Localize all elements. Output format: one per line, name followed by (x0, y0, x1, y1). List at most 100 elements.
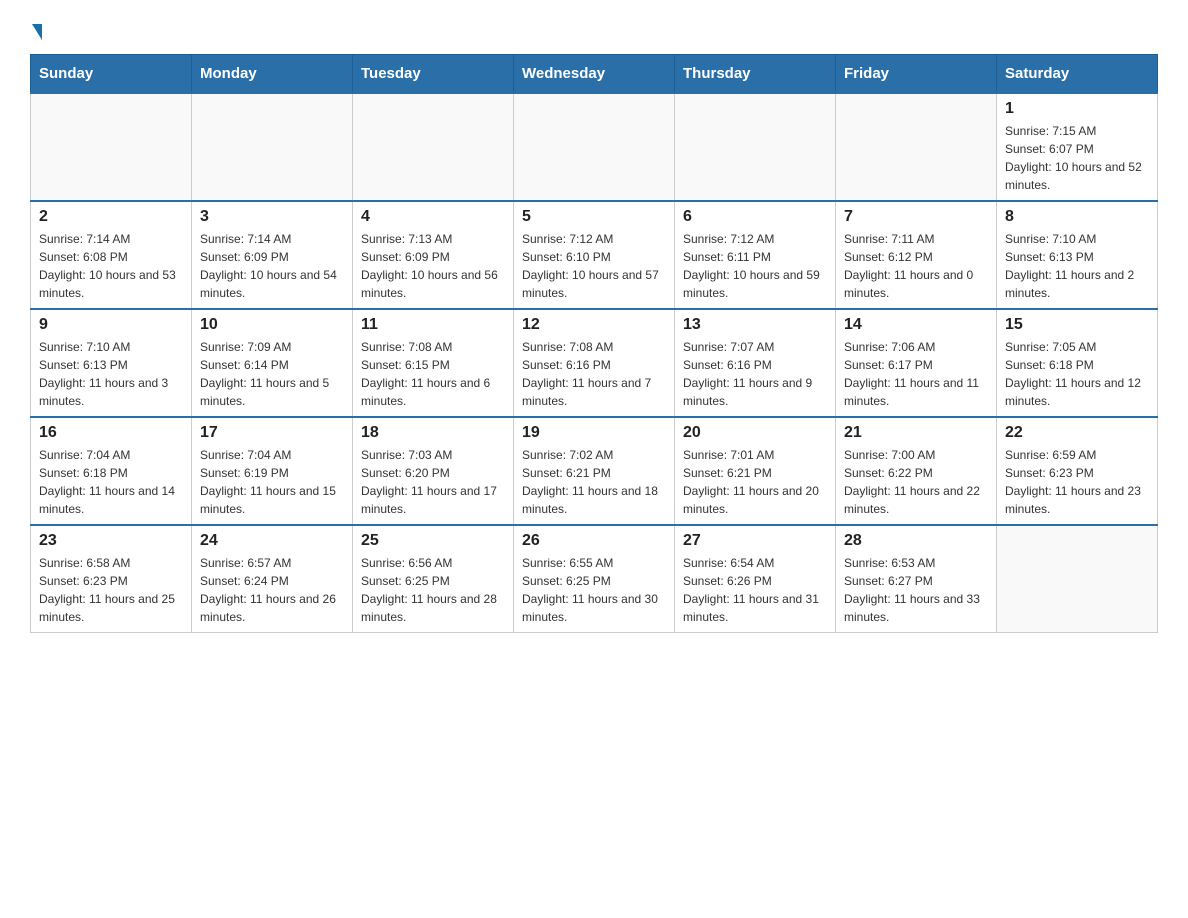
day-info: Sunrise: 7:11 AMSunset: 6:12 PMDaylight:… (844, 230, 988, 302)
day-info: Sunrise: 7:15 AMSunset: 6:07 PMDaylight:… (1005, 122, 1149, 194)
day-info: Sunrise: 7:10 AMSunset: 6:13 PMDaylight:… (1005, 230, 1149, 302)
calendar-cell (836, 93, 997, 201)
day-info: Sunrise: 7:04 AMSunset: 6:19 PMDaylight:… (200, 446, 344, 518)
day-header-monday: Monday (192, 55, 353, 94)
calendar-cell: 16Sunrise: 7:04 AMSunset: 6:18 PMDayligh… (31, 417, 192, 525)
calendar-cell: 28 Sunrise: 6:53 AMSunset: 6:27 PMDayligh… (836, 525, 997, 633)
calendar-header: SundayMondayTuesdayWednesdayThursdayFrid… (31, 55, 1158, 94)
calendar-cell: 6 Sunrise: 7:12 AMSunset: 6:11 PMDaylight… (675, 201, 836, 309)
calendar-cell: 11Sunrise: 7:08 AMSunset: 6:15 PMDayligh… (353, 309, 514, 417)
calendar-week-row: 9Sunrise: 7:10 AMSunset: 6:13 PMDaylight… (31, 309, 1158, 417)
day-info: Sunrise: 6:54 AMSunset: 6:26 PMDaylight:… (683, 554, 827, 626)
day-number: 25 (361, 532, 505, 550)
calendar-cell: 22 Sunrise: 6:59 AMSunset: 6:23 PMDayligh… (997, 417, 1158, 525)
day-number: 17 (200, 424, 344, 442)
day-info: Sunrise: 7:01 AMSunset: 6:21 PMDaylight:… (683, 446, 827, 518)
day-info: Sunrise: 6:56 AMSunset: 6:25 PMDaylight:… (361, 554, 505, 626)
day-info: Sunrise: 6:55 AMSunset: 6:25 PMDaylight:… (522, 554, 666, 626)
day-number: 24 (200, 532, 344, 550)
day-info: Sunrise: 6:57 AMSunset: 6:24 PMDaylight:… (200, 554, 344, 626)
calendar-cell: 13 Sunrise: 7:07 AMSunset: 6:16 PMDayligh… (675, 309, 836, 417)
day-header-saturday: Saturday (997, 55, 1158, 94)
calendar-cell: 2 Sunrise: 7:14 AMSunset: 6:08 PMDaylight… (31, 201, 192, 309)
calendar-cell: 15 Sunrise: 7:05 AMSunset: 6:18 PMDayligh… (997, 309, 1158, 417)
calendar-cell: 20 Sunrise: 7:01 AMSunset: 6:21 PMDayligh… (675, 417, 836, 525)
day-info: Sunrise: 7:00 AMSunset: 6:22 PMDaylight:… (844, 446, 988, 518)
day-number: 6 (683, 208, 827, 226)
day-info: Sunrise: 7:06 AMSunset: 6:17 PMDaylight:… (844, 338, 988, 410)
day-number: 8 (1005, 208, 1149, 226)
day-info: Sunrise: 7:07 AMSunset: 6:16 PMDaylight:… (683, 338, 827, 410)
day-number: 16 (39, 424, 183, 442)
day-info: Sunrise: 7:05 AMSunset: 6:18 PMDaylight:… (1005, 338, 1149, 410)
logo-arrow-icon (32, 24, 42, 40)
calendar-cell: 21 Sunrise: 7:00 AMSunset: 6:22 PMDayligh… (836, 417, 997, 525)
calendar-cell: 3Sunrise: 7:14 AMSunset: 6:09 PMDaylight… (192, 201, 353, 309)
day-info: Sunrise: 7:03 AMSunset: 6:20 PMDaylight:… (361, 446, 505, 518)
calendar-cell: 19 Sunrise: 7:02 AMSunset: 6:21 PMDayligh… (514, 417, 675, 525)
calendar-week-row: 1 Sunrise: 7:15 AMSunset: 6:07 PMDaylight… (31, 93, 1158, 201)
day-header-thursday: Thursday (675, 55, 836, 94)
calendar-cell (31, 93, 192, 201)
day-number: 10 (200, 316, 344, 334)
calendar-cell (514, 93, 675, 201)
calendar-week-row: 2 Sunrise: 7:14 AMSunset: 6:08 PMDaylight… (31, 201, 1158, 309)
calendar-cell: 23 Sunrise: 6:58 AMSunset: 6:23 PMDayligh… (31, 525, 192, 633)
day-header-wednesday: Wednesday (514, 55, 675, 94)
day-number: 12 (522, 316, 666, 334)
day-header-friday: Friday (836, 55, 997, 94)
day-number: 2 (39, 208, 183, 226)
day-number: 9 (39, 316, 183, 334)
page-header (30, 20, 1158, 38)
calendar-cell: 7Sunrise: 7:11 AMSunset: 6:12 PMDaylight… (836, 201, 997, 309)
calendar-cell (675, 93, 836, 201)
day-number: 5 (522, 208, 666, 226)
day-number: 22 (1005, 424, 1149, 442)
day-number: 23 (39, 532, 183, 550)
calendar-cell: 18 Sunrise: 7:03 AMSunset: 6:20 PMDayligh… (353, 417, 514, 525)
day-info: Sunrise: 7:12 AMSunset: 6:11 PMDaylight:… (683, 230, 827, 302)
day-number: 13 (683, 316, 827, 334)
day-number: 1 (1005, 100, 1149, 118)
calendar-table: SundayMondayTuesdayWednesdayThursdayFrid… (30, 54, 1158, 633)
day-info: Sunrise: 6:53 AMSunset: 6:27 PMDaylight:… (844, 554, 988, 626)
calendar-week-row: 16Sunrise: 7:04 AMSunset: 6:18 PMDayligh… (31, 417, 1158, 525)
day-number: 21 (844, 424, 988, 442)
day-number: 28 (844, 532, 988, 550)
day-number: 11 (361, 316, 505, 334)
calendar-cell: 4Sunrise: 7:13 AMSunset: 6:09 PMDaylight… (353, 201, 514, 309)
day-number: 19 (522, 424, 666, 442)
day-number: 14 (844, 316, 988, 334)
day-number: 15 (1005, 316, 1149, 334)
calendar-cell: 17 Sunrise: 7:04 AMSunset: 6:19 PMDayligh… (192, 417, 353, 525)
day-info: Sunrise: 7:02 AMSunset: 6:21 PMDaylight:… (522, 446, 666, 518)
day-info: Sunrise: 6:59 AMSunset: 6:23 PMDaylight:… (1005, 446, 1149, 518)
day-info: Sunrise: 7:12 AMSunset: 6:10 PMDaylight:… (522, 230, 666, 302)
day-info: Sunrise: 7:14 AMSunset: 6:08 PMDaylight:… (39, 230, 183, 302)
calendar-cell (997, 525, 1158, 633)
calendar-cell: 14 Sunrise: 7:06 AMSunset: 6:17 PMDayligh… (836, 309, 997, 417)
calendar-cell (192, 93, 353, 201)
day-info: Sunrise: 6:58 AMSunset: 6:23 PMDaylight:… (39, 554, 183, 626)
day-header-tuesday: Tuesday (353, 55, 514, 94)
logo (30, 20, 42, 38)
day-info: Sunrise: 7:14 AMSunset: 6:09 PMDaylight:… (200, 230, 344, 302)
day-number: 18 (361, 424, 505, 442)
day-number: 20 (683, 424, 827, 442)
calendar-cell: 26Sunrise: 6:55 AMSunset: 6:25 PMDayligh… (514, 525, 675, 633)
calendar-cell: 25 Sunrise: 6:56 AMSunset: 6:25 PMDayligh… (353, 525, 514, 633)
calendar-cell: 24 Sunrise: 6:57 AMSunset: 6:24 PMDayligh… (192, 525, 353, 633)
calendar-cell: 10Sunrise: 7:09 AMSunset: 6:14 PMDayligh… (192, 309, 353, 417)
calendar-cell (353, 93, 514, 201)
calendar-cell: 12 Sunrise: 7:08 AMSunset: 6:16 PMDayligh… (514, 309, 675, 417)
day-header-sunday: Sunday (31, 55, 192, 94)
calendar-body: 1 Sunrise: 7:15 AMSunset: 6:07 PMDaylight… (31, 93, 1158, 633)
calendar-cell: 27 Sunrise: 6:54 AMSunset: 6:26 PMDayligh… (675, 525, 836, 633)
day-info: Sunrise: 7:13 AMSunset: 6:09 PMDaylight:… (361, 230, 505, 302)
calendar-cell: 9Sunrise: 7:10 AMSunset: 6:13 PMDaylight… (31, 309, 192, 417)
calendar-week-row: 23 Sunrise: 6:58 AMSunset: 6:23 PMDayligh… (31, 525, 1158, 633)
calendar-cell: 8 Sunrise: 7:10 AMSunset: 6:13 PMDaylight… (997, 201, 1158, 309)
calendar-cell: 5 Sunrise: 7:12 AMSunset: 6:10 PMDaylight… (514, 201, 675, 309)
day-number: 27 (683, 532, 827, 550)
day-info: Sunrise: 7:08 AMSunset: 6:16 PMDaylight:… (522, 338, 666, 410)
